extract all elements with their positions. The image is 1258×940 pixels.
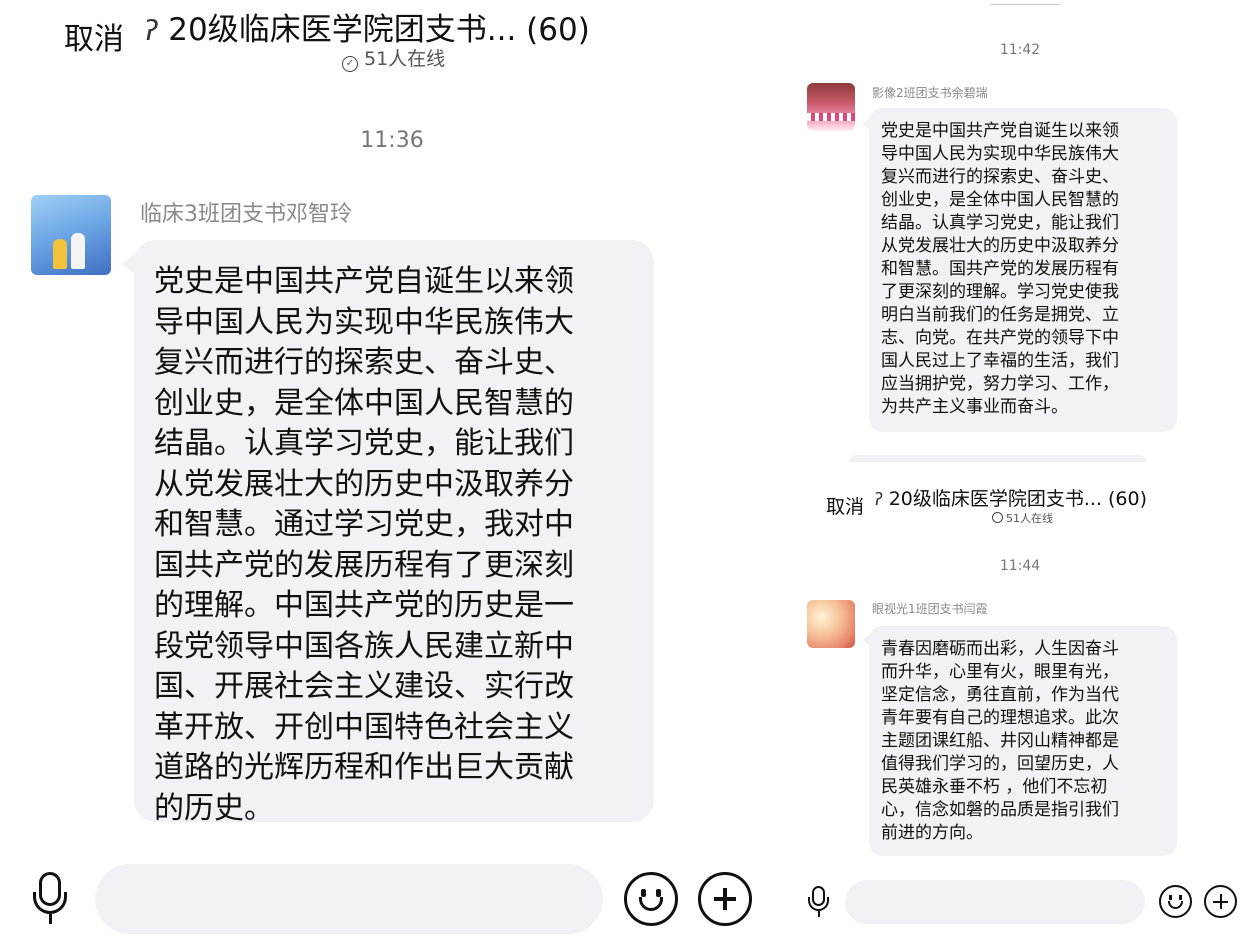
avatar[interactable] (807, 600, 855, 648)
sender-name: 眼视光1班团支书闫霞 (872, 602, 988, 616)
message-text: 党史是中国共产党自诞生以来领 导中国人民为实现中华民族伟大 复兴而进行的探索史、… (881, 121, 1119, 417)
avatar[interactable] (31, 195, 111, 275)
message-text: 青春因磨砺而出彩，人生因奋斗 而升华，心里有火，眼里有光， 坚定信念，勇往直前，… (881, 639, 1119, 843)
message-timestamp: 11:44 (999, 558, 1041, 574)
plus-icon[interactable] (1204, 885, 1237, 918)
sender-name: 影像2班团支书余碧瑞 (872, 86, 988, 100)
emoji-icon[interactable] (624, 872, 678, 926)
message-bubble[interactable]: 党史是中国共产党自诞生以来领 导中国人民为实现中华民族伟大 复兴而进行的探索史、… (869, 108, 1177, 432)
microphone-icon[interactable] (31, 872, 71, 928)
online-count: ✓ 51人在线 (342, 44, 445, 72)
group-title[interactable]: ʔ 20级临床医学院团支书... (60) (144, 4, 590, 49)
ear-icon: ʔ (144, 14, 159, 47)
group-title-text: 20级临床医学院团支书... (60) (888, 488, 1148, 510)
message-input[interactable] (95, 864, 603, 934)
cropped-header-fragment (990, 0, 1060, 5)
avatar-figure-2 (71, 233, 85, 269)
online-count-text: 51人在线 (364, 48, 446, 70)
cancel-button[interactable]: 取消 (64, 14, 124, 58)
message-timestamp: 11:42 (999, 42, 1041, 58)
online-count: 51人在线 (992, 510, 1053, 526)
online-status-icon (992, 512, 1003, 523)
group-title-text: 20级临床医学院团支书... (60) (168, 12, 590, 48)
bubble-tail (121, 254, 135, 274)
ear-icon: ʔ (874, 490, 883, 510)
plus-icon[interactable] (698, 872, 752, 926)
message-bubble[interactable]: 青春因磨砺而出彩，人生因奋斗 而升华，心里有火，眼里有光， 坚定信念，勇往直前，… (869, 626, 1177, 856)
emoji-icon[interactable] (1159, 885, 1192, 918)
chat-screen-bottom-right: 取消 ʔ 20级临床医学院团支书... (60) 51人在线 11:44 眼视光1… (790, 462, 1258, 940)
avatar-figure-1 (53, 239, 67, 269)
next-bubble-fragment (848, 455, 1148, 462)
message-text: 党史是中国共产党自诞生以来领 导中国人民为实现中华民族伟大 复兴而进行的探索史、… (154, 264, 574, 826)
microphone-icon[interactable] (807, 886, 831, 920)
cancel-button[interactable]: 取消 (826, 492, 864, 519)
online-count-text: 51人在线 (1006, 512, 1053, 525)
chat-screen-top-right: 11:42 影像2班团支书余碧瑞 党史是中国共产党自诞生以来领 导中国人民为实现… (790, 0, 1258, 462)
message-timestamp: 11:36 (360, 128, 424, 153)
avatar-pattern (807, 113, 855, 121)
message-input[interactable] (845, 880, 1145, 924)
group-title[interactable]: ʔ 20级临床医学院团支书... (60) (874, 484, 1147, 511)
avatar[interactable] (807, 83, 855, 131)
sender-name: 临床3班团支书邓智玲 (140, 202, 352, 227)
online-status-icon: ✓ (342, 56, 358, 72)
message-bubble[interactable]: 党史是中国共产党自诞生以来领 导中国人民为实现中华民族伟大 复兴而进行的探索史、… (134, 240, 654, 826)
chat-screen-main: 取消 ʔ 20级临床医学院团支书... (60) ✓ 51人在线 11:36 临床3… (0, 0, 790, 940)
